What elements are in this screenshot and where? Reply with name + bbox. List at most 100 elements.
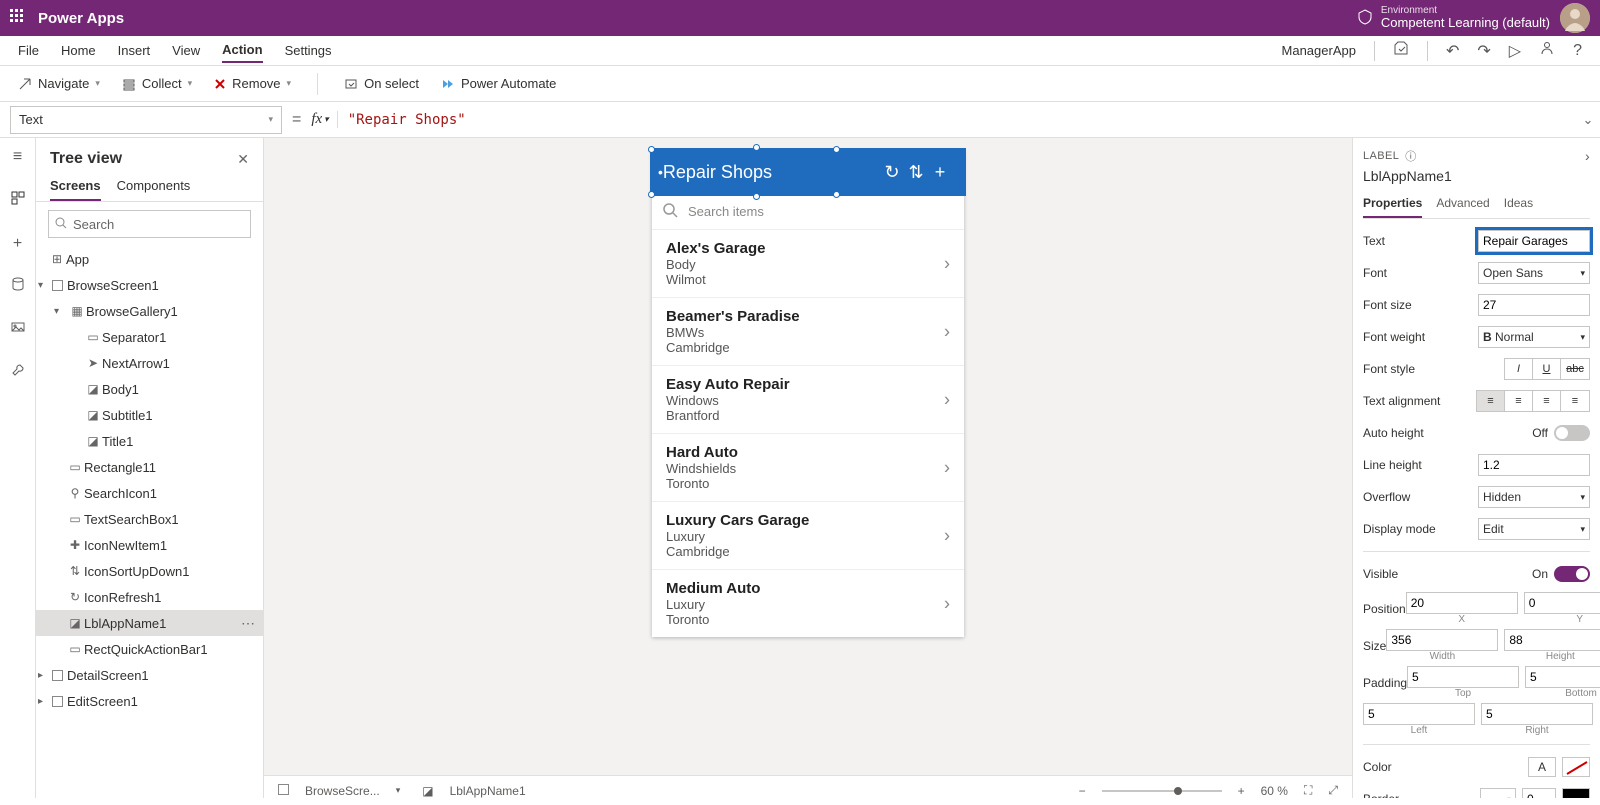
chevron-right-icon[interactable]: › [944, 321, 950, 342]
share-icon[interactable] [1539, 40, 1555, 61]
tree-node-detailscreen[interactable]: ▸DetailScreen1 [36, 662, 263, 688]
fit-icon[interactable]: ⛶ [1304, 783, 1312, 798]
font-color-button[interactable]: A [1528, 757, 1556, 777]
power-automate-button[interactable]: Power Automate [441, 76, 556, 91]
waffle-icon[interactable] [10, 9, 24, 28]
chevron-right-icon[interactable]: › [944, 253, 950, 274]
pad-top-input[interactable] [1407, 666, 1519, 688]
list-item[interactable]: Luxury Cars GarageLuxuryCambridge› [652, 501, 964, 569]
tree-node-lblappname[interactable]: ◪LblAppName1⋯ [36, 610, 263, 636]
selection-handle[interactable] [833, 146, 840, 153]
tree-node-iconrefresh[interactable]: ↻IconRefresh1 [36, 584, 263, 610]
collect-button[interactable]: Collect ▾ [122, 76, 192, 91]
tab-components[interactable]: Components [117, 174, 191, 201]
tab-screens[interactable]: Screens [50, 174, 101, 201]
search-items-row[interactable]: Search items [652, 194, 964, 230]
prop-font-select[interactable]: Open Sans▾ [1478, 262, 1590, 284]
onselect-button[interactable]: On select [344, 76, 419, 91]
list-item[interactable]: Easy Auto RepairWindowsBrantford› [652, 365, 964, 433]
chevron-right-icon[interactable]: ▸ [38, 696, 52, 707]
list-item[interactable]: Medium AutoLuxuryToronto› [652, 569, 964, 637]
media-icon[interactable] [11, 320, 25, 339]
strike-button[interactable]: abc [1561, 359, 1589, 379]
tree-node-browsegallery[interactable]: ▾▦BrowseGallery1 [36, 298, 263, 324]
close-icon[interactable]: ✕ [237, 151, 249, 168]
tree-node-title[interactable]: ◪Title1 [36, 428, 263, 454]
tree-node-nextarrow[interactable]: ➤NextArrow1 [36, 350, 263, 376]
align-left-button[interactable]: ≡ [1477, 391, 1505, 411]
menu-view[interactable]: View [172, 39, 200, 62]
align-right-button[interactable]: ≡ [1533, 391, 1561, 411]
tree-node-separator[interactable]: ▭Separator1 [36, 324, 263, 350]
menu-action[interactable]: Action [222, 38, 262, 63]
autoheight-toggle[interactable] [1554, 425, 1590, 441]
tree-node-iconnew[interactable]: ✚IconNewItem1 [36, 532, 263, 558]
popout-icon[interactable]: ⤢ [1328, 783, 1338, 798]
insert-icon[interactable]: + [13, 235, 22, 253]
pos-x-input[interactable] [1406, 592, 1518, 614]
zoom-out-icon[interactable]: − [1079, 784, 1086, 798]
menu-file[interactable]: File [18, 39, 39, 62]
chevron-right-icon[interactable]: › [944, 457, 950, 478]
prop-overflow-select[interactable]: Hidden▾ [1478, 486, 1590, 508]
chevron-down-icon[interactable]: ▾ [54, 306, 68, 317]
hamburger-icon[interactable]: ≡ [13, 148, 22, 166]
tab-properties[interactable]: Properties [1363, 192, 1422, 218]
formula-input[interactable]: "Repair Shops" [338, 112, 1576, 128]
info-icon[interactable]: ⓘ [1405, 148, 1416, 164]
tree-node-searchicon[interactable]: ⚲SearchIcon1 [36, 480, 263, 506]
selection-handle[interactable] [753, 144, 760, 151]
border-width-input[interactable] [1522, 788, 1556, 798]
pos-y-input[interactable] [1524, 592, 1600, 614]
underline-button[interactable]: U [1533, 359, 1561, 379]
list-item[interactable]: Beamer's ParadiseBMWsCambridge› [652, 297, 964, 365]
chevron-right-icon[interactable]: › [1585, 148, 1590, 164]
undo-icon[interactable]: ↶ [1446, 41, 1459, 61]
tree-node-searchbox[interactable]: ▭TextSearchBox1 [36, 506, 263, 532]
environment-picker[interactable]: Environment Competent Learning (default) [1381, 5, 1550, 30]
selection-handle[interactable] [648, 191, 655, 198]
prop-lineheight-input[interactable] [1478, 454, 1590, 476]
align-center-button[interactable]: ≡ [1505, 391, 1533, 411]
remove-button[interactable]: Remove ▾ [214, 76, 291, 91]
prop-fontsize-input[interactable] [1478, 294, 1590, 316]
tab-ideas[interactable]: Ideas [1504, 192, 1533, 218]
visible-toggle[interactable] [1554, 566, 1590, 582]
breadcrumb-screen[interactable]: BrowseScre... [305, 784, 380, 798]
tree-node-browsescreen[interactable]: ▾BrowseScreen1 [36, 272, 263, 298]
help-icon[interactable]: ? [1573, 42, 1582, 60]
fx-icon[interactable]: fx▾ [311, 111, 337, 128]
border-style-select[interactable]: —▾ [1480, 788, 1516, 798]
chevron-down-icon[interactable]: ▾ [38, 280, 52, 291]
chevron-right-icon[interactable]: › [944, 593, 950, 614]
prop-text-input[interactable] [1478, 230, 1590, 252]
list-item[interactable]: Hard AutoWindshieldsToronto› [652, 433, 964, 501]
prop-displaymode-select[interactable]: Edit▾ [1478, 518, 1590, 540]
border-color-button[interactable] [1562, 788, 1590, 798]
tools-icon[interactable] [11, 363, 25, 382]
more-icon[interactable]: ⋯ [241, 615, 257, 632]
tab-advanced[interactable]: Advanced [1436, 192, 1489, 218]
sort-icon[interactable]: ⇅ [904, 162, 928, 183]
property-dropdown[interactable]: Text ▾ [10, 106, 282, 134]
add-icon[interactable]: + [928, 162, 952, 183]
app-checker-icon[interactable] [1393, 40, 1409, 61]
canvas-area[interactable]: • Repair Shops ↻ ⇅ + Search items Alex's… [264, 138, 1352, 798]
tree-search-input[interactable]: Search [48, 210, 251, 238]
pad-left-input[interactable] [1363, 703, 1475, 725]
tree-node-rectangle[interactable]: ▭Rectangle11 [36, 454, 263, 480]
navigate-button[interactable]: Navigate ▾ [18, 76, 100, 91]
chevron-right-icon[interactable]: › [944, 389, 950, 410]
breadcrumb-control[interactable]: LblAppName1 [450, 784, 526, 798]
tree-node-subtitle[interactable]: ◪Subtitle1 [36, 402, 263, 428]
formula-expand-icon[interactable]: ⌄ [1576, 112, 1600, 128]
fill-color-button[interactable] [1562, 757, 1590, 777]
align-justify-button[interactable]: ≡ [1561, 391, 1589, 411]
app-title-label[interactable]: Repair Shops [663, 162, 880, 183]
menu-insert[interactable]: Insert [118, 39, 151, 62]
zoom-slider[interactable] [1102, 790, 1222, 792]
tree-node-app[interactable]: ⊞App [36, 246, 263, 272]
size-h-input[interactable] [1504, 629, 1600, 651]
prop-fontweight-select[interactable]: B Normal▾ [1478, 326, 1590, 348]
tree-node-iconsort[interactable]: ⇅IconSortUpDown1 [36, 558, 263, 584]
